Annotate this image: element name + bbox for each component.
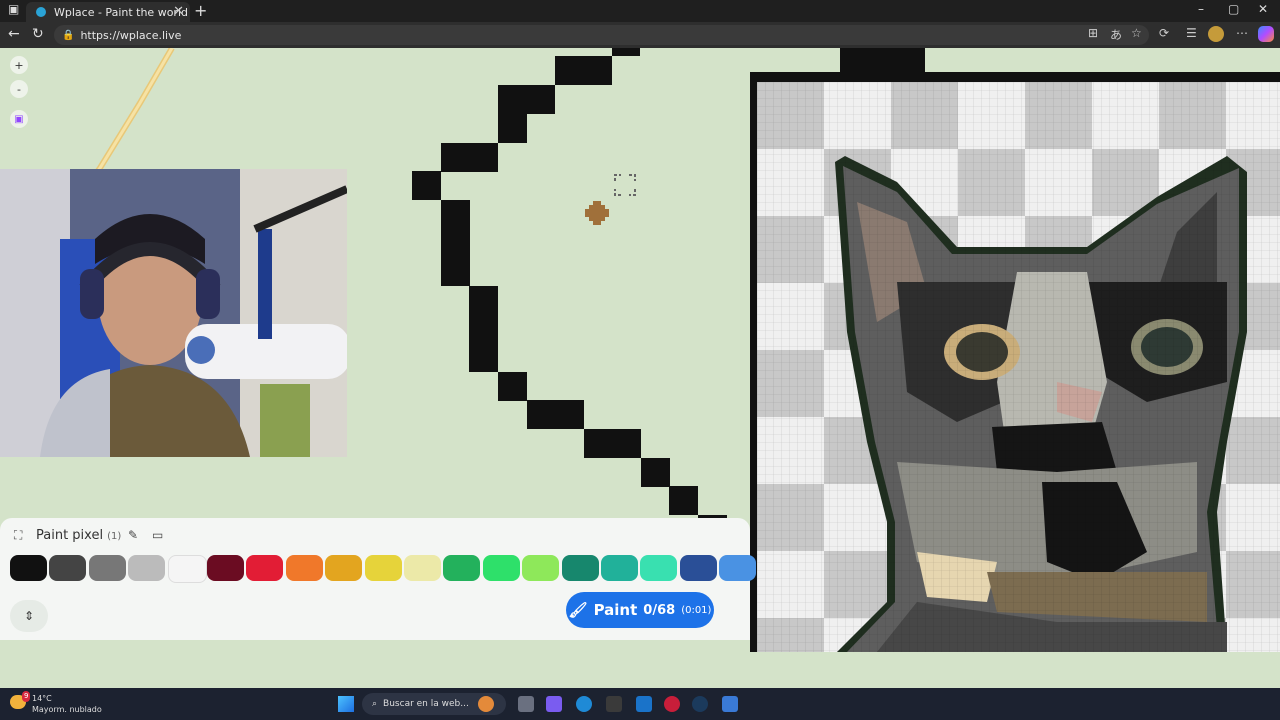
- color-swatch[interactable]: [325, 555, 363, 581]
- windows-taskbar: 9 14°C Mayorm. nublado ⌕ Buscar en la we…: [0, 688, 1280, 720]
- color-swatch[interactable]: [522, 555, 560, 581]
- edge-browser-icon[interactable]: [576, 696, 592, 712]
- more-menu-icon[interactable]: ⋯: [1236, 26, 1248, 40]
- color-swatch[interactable]: [285, 555, 323, 581]
- url-text: https://wplace.live: [80, 28, 182, 42]
- pixel-line-segment: [498, 114, 527, 143]
- close-window-button[interactable]: ✕: [1258, 2, 1268, 16]
- app-cube-icon[interactable]: [606, 696, 622, 712]
- paint-button[interactable]: 🖌 Paint 0/68 (0:01): [566, 592, 714, 628]
- webcam-overlay: [0, 169, 347, 457]
- pixel-line-segment: [612, 48, 640, 56]
- pixel-line-segment: [498, 372, 527, 401]
- store-icon[interactable]: [722, 696, 738, 712]
- eraser-icon[interactable]: ▭: [152, 528, 163, 542]
- color-swatch[interactable]: [88, 555, 126, 581]
- paint-panel: ⛶ Paint pixel (1) ✎ ▭ ⇕ 🖌 Paint 0/68 (0:0…: [0, 518, 757, 640]
- color-swatch[interactable]: [640, 555, 678, 581]
- panel-title: Paint pixel: [36, 528, 104, 543]
- paint-label: Paint: [593, 601, 638, 619]
- tab-actions-icon[interactable]: ▣: [8, 2, 19, 16]
- color-swatch[interactable]: [167, 555, 207, 583]
- refresh-icon[interactable]: ↻: [32, 26, 44, 42]
- browser-titlebar: ▣ Wplace - Paint the world ✕ + – ▢ ✕: [0, 0, 1280, 22]
- weather-condition: Mayorm. nublado: [32, 705, 102, 714]
- copilot-icon[interactable]: [1258, 26, 1274, 42]
- color-swatch[interactable]: [49, 555, 87, 581]
- color-swatch[interactable]: [207, 555, 244, 581]
- profile-avatar[interactable]: [1208, 26, 1224, 42]
- pixel-line-segment: [498, 85, 555, 114]
- color-swatch[interactable]: [719, 555, 757, 581]
- expand-toggle-button[interactable]: ⇕: [10, 600, 48, 632]
- brush-icon: 🖌: [568, 601, 588, 619]
- translate-icon[interactable]: あ: [1110, 26, 1122, 43]
- twitch-icon[interactable]: ▣: [10, 110, 28, 128]
- pencil-icon[interactable]: ✎: [128, 528, 138, 542]
- address-bar[interactable]: 🔒 https://wplace.live: [54, 25, 1149, 45]
- browser-toolbar: ← ↻ 🔒 https://wplace.live ⊞ あ ☆ ⟳ ☰ ⋯: [0, 22, 1280, 48]
- color-swatch[interactable]: [364, 555, 402, 581]
- color-swatch[interactable]: [128, 555, 166, 581]
- color-swatch[interactable]: [443, 555, 481, 581]
- search-highlight-icon: [478, 696, 494, 712]
- zoom-in-button[interactable]: +: [10, 56, 28, 74]
- app-available-icon[interactable]: ⊞: [1088, 26, 1098, 40]
- search-placeholder: Buscar en la web...: [383, 699, 469, 709]
- pixel-line-segment: [641, 458, 670, 487]
- pixel-line-segment: [669, 486, 698, 515]
- pixel-line-segment: [441, 200, 470, 286]
- color-swatch[interactable]: [246, 555, 284, 581]
- dog-reference-image: [757, 82, 1280, 652]
- back-icon[interactable]: ←: [8, 26, 20, 42]
- pixel-line-segment: [412, 171, 441, 200]
- color-swatch[interactable]: [561, 555, 599, 581]
- favorite-star-icon[interactable]: ☆: [1131, 26, 1142, 40]
- wplace-favicon-icon: [36, 7, 46, 17]
- minimize-button[interactable]: –: [1198, 2, 1204, 16]
- start-button-icon[interactable]: [338, 696, 354, 712]
- maximize-button[interactable]: ▢: [1228, 2, 1239, 16]
- new-tab-button[interactable]: +: [194, 1, 207, 20]
- color-swatch[interactable]: [404, 555, 441, 581]
- pixel-line-segment: [441, 143, 498, 172]
- placed-pixel-marker: [585, 201, 609, 225]
- pixel-count: (1): [107, 531, 122, 542]
- paint-count: 0/68: [643, 602, 676, 618]
- search-icon: ⌕: [372, 699, 378, 709]
- pixel-line-segment: [527, 400, 584, 429]
- pixel-selector-icon[interactable]: [614, 174, 636, 196]
- steam-icon[interactable]: [692, 696, 708, 712]
- weather-badge: 9: [22, 691, 31, 702]
- pixel-line-segment: [469, 286, 498, 372]
- zoom-out-button[interactable]: -: [10, 80, 28, 98]
- color-swatch[interactable]: [601, 555, 638, 581]
- color-swatch[interactable]: [10, 555, 47, 581]
- color-swatch[interactable]: [482, 555, 520, 581]
- webcam-feed-image: [0, 169, 347, 457]
- tab-close-icon[interactable]: ✕: [173, 4, 184, 19]
- color-swatch[interactable]: [679, 555, 717, 581]
- pixel-line-segment: [555, 56, 612, 85]
- paint-timer: (0:01): [681, 604, 712, 616]
- opera-icon[interactable]: [664, 696, 680, 712]
- lock-icon: 🔒: [62, 29, 75, 41]
- task-view-icon[interactable]: [518, 696, 534, 712]
- tab-wplace[interactable]: Wplace - Paint the world ✕: [26, 2, 190, 22]
- pixel-line-segment: [584, 429, 641, 458]
- extensions-icon[interactable]: ⟳: [1159, 26, 1169, 40]
- copilot-app-icon[interactable]: [546, 696, 562, 712]
- favorites-icon[interactable]: ☰: [1186, 26, 1197, 40]
- outlook-icon[interactable]: [636, 696, 652, 712]
- fullscreen-icon[interactable]: ⛶: [14, 528, 22, 543]
- temperature: 14°C: [32, 694, 52, 703]
- tab-title: Wplace - Paint the world: [54, 5, 188, 19]
